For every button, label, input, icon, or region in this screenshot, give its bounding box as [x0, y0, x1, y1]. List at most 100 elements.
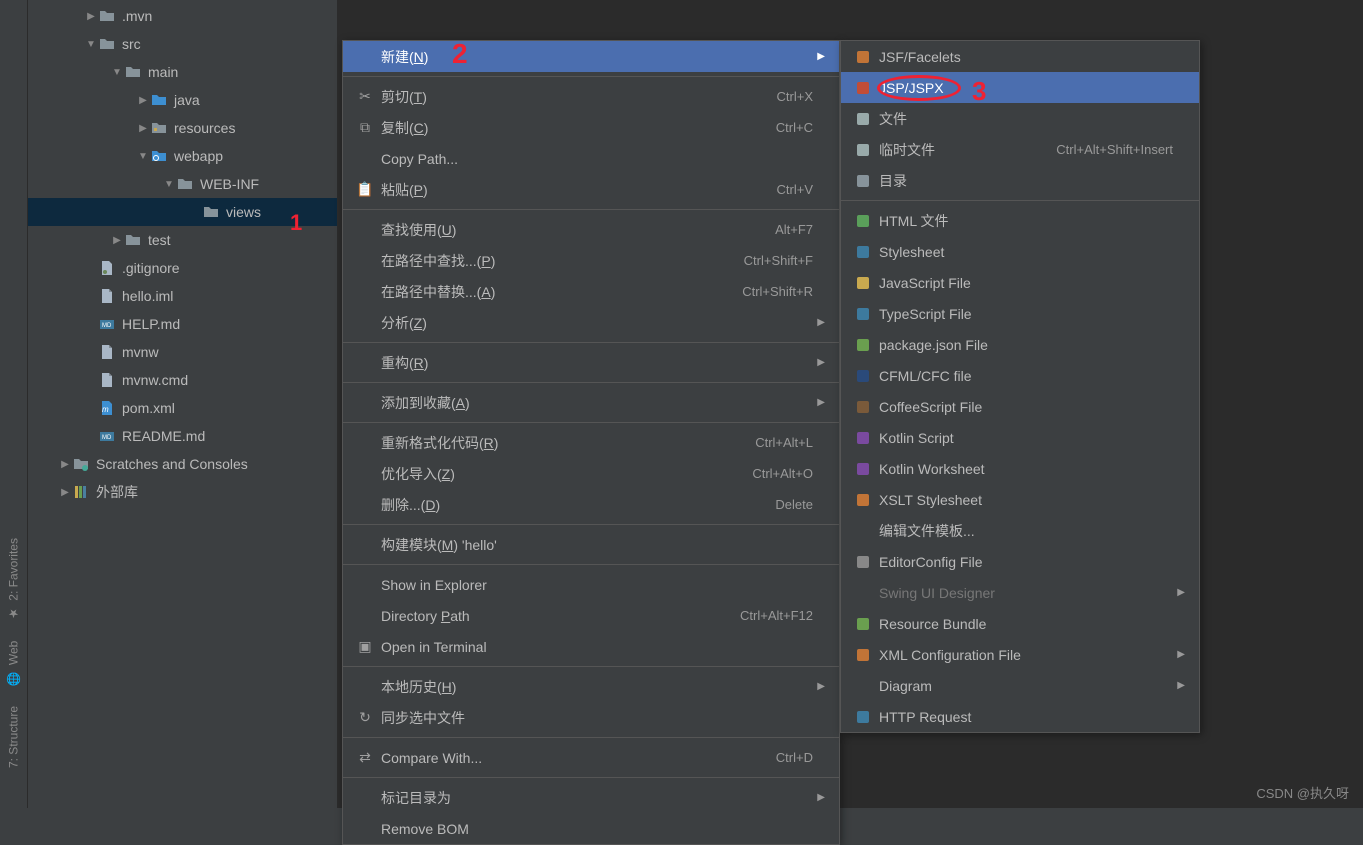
- menu-item[interactable]: 📋粘贴(P)Ctrl+V: [343, 174, 839, 205]
- menu-item[interactable]: 新建(N)▶: [343, 41, 839, 72]
- tree-item-web-inf[interactable]: ▼WEB-INF: [28, 170, 337, 198]
- menu-label: 本地历史(H): [377, 677, 813, 697]
- menu-item[interactable]: Directory PathCtrl+Alt+F12: [343, 600, 839, 631]
- menu-label: 粘贴(P): [377, 180, 777, 200]
- submenu-item[interactable]: 临时文件Ctrl+Alt+Shift+Insert: [841, 134, 1199, 165]
- menu-item[interactable]: 在路径中替换...(A)Ctrl+Shift+R: [343, 276, 839, 307]
- tree-item--mvn[interactable]: ▶.mvn: [28, 2, 337, 30]
- folder-web-icon: [150, 147, 168, 165]
- f-pkg-icon: [851, 337, 875, 353]
- tree-item-readme-md[interactable]: MDREADME.md: [28, 422, 337, 450]
- submenu-label: 目录: [875, 171, 1173, 191]
- tree-label: HELP.md: [122, 316, 180, 332]
- menu-item[interactable]: 在路径中查找...(P)Ctrl+Shift+F: [343, 245, 839, 276]
- tree-item-src[interactable]: ▼src: [28, 30, 337, 58]
- submenu-label: Resource Bundle: [875, 616, 1173, 632]
- menu-item[interactable]: 构建模块(M) 'hello': [343, 529, 839, 560]
- menu-label: 同步选中文件: [377, 708, 813, 728]
- menu-item[interactable]: 本地历史(H)▶: [343, 671, 839, 702]
- scratch-icon: [72, 455, 90, 473]
- menu-item[interactable]: Copy Path...: [343, 143, 839, 174]
- submenu-item[interactable]: JavaScript File: [841, 267, 1199, 298]
- tree-item-pom-xml[interactable]: mpom.xml: [28, 394, 337, 422]
- submenu-item[interactable]: JSP/JSPX: [841, 72, 1199, 103]
- submenu-item[interactable]: XSLT Stylesheet: [841, 484, 1199, 515]
- submenu-item[interactable]: EditorConfig File: [841, 546, 1199, 577]
- watermark: CSDN @执久呀: [1256, 783, 1349, 802]
- tree-item-views[interactable]: views: [28, 198, 337, 226]
- term-icon: ▣: [353, 638, 377, 655]
- menu-item[interactable]: 重构(R)▶: [343, 347, 839, 378]
- menu-label: 构建模块(M) 'hello': [377, 535, 813, 555]
- menu-item[interactable]: 添加到收藏(A)▶: [343, 387, 839, 418]
- tree-item-mvnw[interactable]: mvnw: [28, 338, 337, 366]
- tree-label: WEB-INF: [200, 176, 259, 192]
- menu-item[interactable]: 标记目录为▶: [343, 782, 839, 813]
- menu-item[interactable]: ✂剪切(T)Ctrl+X: [343, 81, 839, 112]
- tree-item-mvnw-cmd[interactable]: mvnw.cmd: [28, 366, 337, 394]
- tree-item-java[interactable]: ▶java: [28, 86, 337, 114]
- submenu-item[interactable]: 文件: [841, 103, 1199, 134]
- file-pom-icon: m: [98, 399, 116, 417]
- context-menu: 新建(N)▶ ✂剪切(T)Ctrl+X⧉复制(C)Ctrl+CCopy Path.…: [342, 40, 840, 845]
- submenu-item[interactable]: HTTP Request: [841, 701, 1199, 732]
- project-tree[interactable]: ▶.mvn▼src▼main▶java▶resources▼webapp▼WEB…: [28, 0, 338, 808]
- submenu-label: HTTP Request: [875, 709, 1173, 725]
- submenu-item[interactable]: Kotlin Worksheet: [841, 453, 1199, 484]
- tree-item--[interactable]: ▶外部库: [28, 478, 337, 506]
- menu-label: Open in Terminal: [377, 639, 813, 655]
- submenu-item[interactable]: CoffeeScript File: [841, 391, 1199, 422]
- menu-item[interactable]: 优化导入(Z)Ctrl+Alt+O: [343, 458, 839, 489]
- f-css-icon: [851, 244, 875, 260]
- submenu-item[interactable]: Resource Bundle: [841, 608, 1199, 639]
- tree-label: main: [148, 64, 178, 80]
- tree-item--gitignore[interactable]: .gitignore: [28, 254, 337, 282]
- submenu-item[interactable]: Kotlin Script: [841, 422, 1199, 453]
- svg-text:MD: MD: [102, 435, 112, 441]
- submenu-label: 临时文件: [875, 140, 1056, 160]
- submenu-item[interactable]: TypeScript File: [841, 298, 1199, 329]
- submenu-item[interactable]: JSF/Facelets: [841, 41, 1199, 72]
- menu-item[interactable]: Remove BOM: [343, 813, 839, 844]
- submenu-label: CFML/CFC file: [875, 368, 1173, 384]
- submenu-item[interactable]: Diagram▶: [841, 670, 1199, 701]
- submenu-item[interactable]: 编辑文件模板...: [841, 515, 1199, 546]
- tab-favorites[interactable]: ★ 2: Favorites: [0, 528, 27, 631]
- f-ts-icon: [851, 306, 875, 322]
- submenu-item[interactable]: package.json File: [841, 329, 1199, 360]
- tree-item-help-md[interactable]: MD HELP.md: [28, 310, 337, 338]
- menu-item[interactable]: Show in Explorer: [343, 569, 839, 600]
- submenu-arrow-icon: ▶: [1173, 649, 1185, 660]
- file-md-icon: MD: [98, 315, 116, 333]
- svg-text:MD: MD: [102, 323, 112, 329]
- menu-item[interactable]: 重新格式化代码(R)Ctrl+Alt+L: [343, 427, 839, 458]
- tab-web[interactable]: 🌐 Web: [0, 631, 27, 696]
- submenu-item[interactable]: 目录: [841, 165, 1199, 196]
- tree-item-test[interactable]: ▶test: [28, 226, 337, 254]
- submenu-item[interactable]: CFML/CFC file: [841, 360, 1199, 391]
- f-coffee-icon: [851, 399, 875, 415]
- submenu-item[interactable]: Stylesheet: [841, 236, 1199, 267]
- menu-item[interactable]: ⧉复制(C)Ctrl+C: [343, 112, 839, 143]
- menu-item[interactable]: ↻同步选中文件: [343, 702, 839, 733]
- menu-item[interactable]: 查找使用(U)Alt+F7: [343, 214, 839, 245]
- submenu-item[interactable]: HTML 文件: [841, 205, 1199, 236]
- submenu-item[interactable]: Swing UI Designer▶: [841, 577, 1199, 608]
- menu-item[interactable]: ⇄Compare With...Ctrl+D: [343, 742, 839, 773]
- tab-structure[interactable]: 7: Structure: [0, 696, 27, 778]
- menu-label: 删除...(D): [377, 495, 775, 515]
- menu-item[interactable]: 删除...(D)Delete: [343, 489, 839, 520]
- tree-label: views: [226, 204, 261, 220]
- tree-label: java: [174, 92, 200, 108]
- menu-item[interactable]: 分析(Z)▶: [343, 307, 839, 338]
- tree-item-resources[interactable]: ▶resources: [28, 114, 337, 142]
- tree-item-hello-iml[interactable]: hello.iml: [28, 282, 337, 310]
- tree-item-webapp[interactable]: ▼webapp: [28, 142, 337, 170]
- tree-label: resources: [174, 120, 235, 136]
- tree-item-scratches-and-consoles[interactable]: ▶Scratches and Consoles: [28, 450, 337, 478]
- tree-item-main[interactable]: ▼main: [28, 58, 337, 86]
- submenu-item[interactable]: XML Configuration File▶: [841, 639, 1199, 670]
- menu-item[interactable]: ▣Open in Terminal: [343, 631, 839, 662]
- f-xml-icon: [851, 647, 875, 663]
- submenu-arrow-icon: ▶: [813, 792, 825, 803]
